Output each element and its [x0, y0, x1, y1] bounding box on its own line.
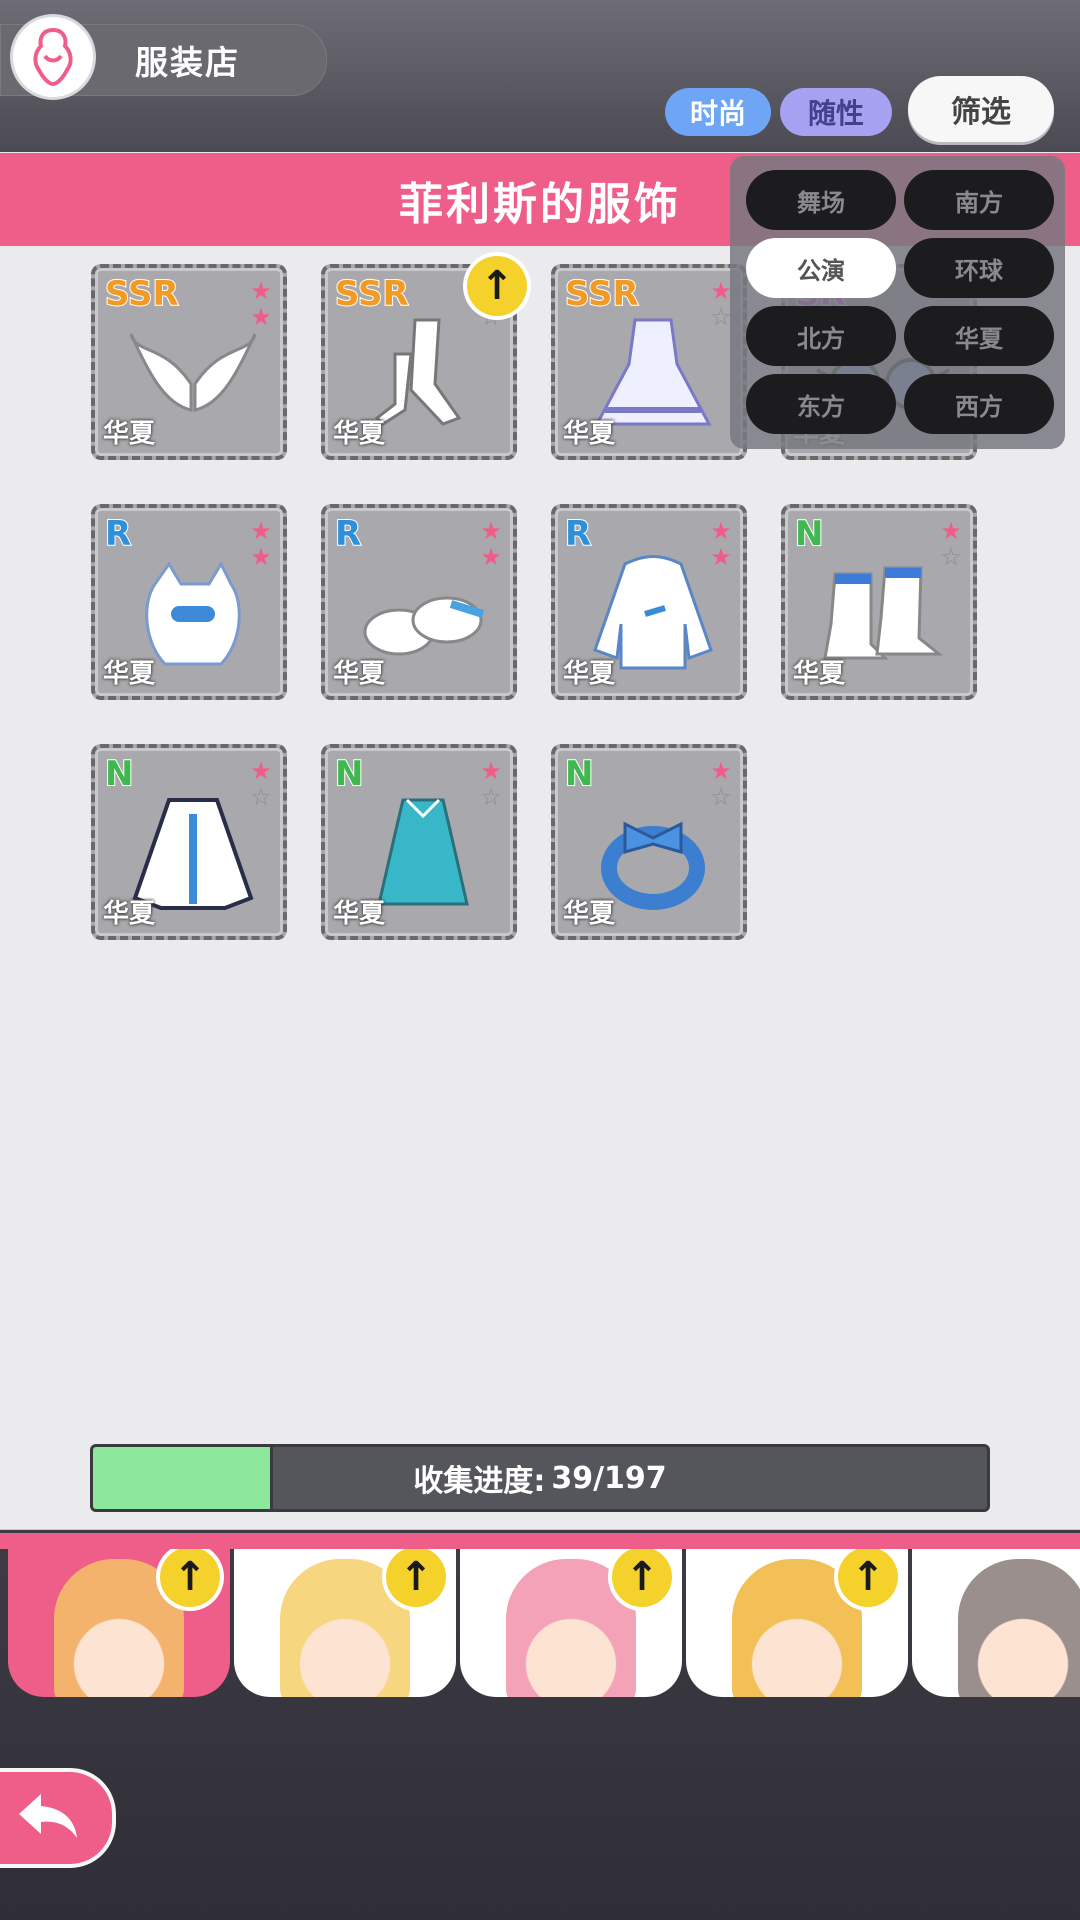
item-card[interactable]: N ★ ☆ 华夏	[551, 744, 747, 940]
star-icon: ☆	[940, 543, 962, 571]
star-icon: ★	[480, 517, 502, 545]
filter-option-global[interactable]: 环球	[904, 238, 1054, 298]
filter-option-west[interactable]: 西方	[904, 374, 1054, 434]
filter-dropdown: 舞场 南方 公演 环球 北方 华夏 东方 西方	[730, 156, 1065, 449]
star-icon: ★	[250, 757, 272, 785]
back-button[interactable]	[0, 1768, 116, 1868]
rarity-label: R	[564, 513, 592, 555]
filter-option-huaxia[interactable]: 华夏	[904, 306, 1054, 366]
star-rating: ★ ★	[479, 518, 503, 570]
star-icon: ★	[250, 517, 272, 545]
progress-value: 39/197	[551, 1460, 667, 1496]
star-rating: ★ ★	[249, 518, 273, 570]
star-rating: ★ ★	[249, 278, 273, 330]
tag-fashion[interactable]: 时尚	[665, 88, 771, 136]
star-icon: ★	[250, 543, 272, 571]
rarity-label: SSR	[334, 273, 410, 315]
filter-option-north[interactable]: 北方	[746, 306, 896, 366]
upgrade-arrow-icon: ↑	[838, 1549, 898, 1607]
region-label: 华夏	[563, 659, 616, 689]
rarity-label: SSR	[564, 273, 640, 315]
filter-option-south[interactable]: 南方	[904, 170, 1054, 230]
region-label: 华夏	[103, 659, 156, 689]
character-face-icon	[958, 1559, 1080, 1697]
star-icon: ☆	[480, 783, 502, 811]
progress-label: 收集进度:	[413, 1464, 546, 1499]
rarity-label: N	[104, 753, 135, 795]
shop-title: 服装店	[135, 43, 240, 82]
item-card[interactable]: N ★ ☆ 华夏	[91, 744, 287, 940]
rarity-label: N	[564, 753, 595, 795]
rarity-label: N	[794, 513, 825, 555]
region-label: 华夏	[563, 899, 616, 929]
star-rating: ★☆	[479, 758, 503, 810]
star-icon: ★	[710, 757, 732, 785]
filter-option-dance-hall[interactable]: 舞场	[746, 170, 896, 230]
filter-option-performance[interactable]: 公演	[746, 238, 896, 298]
tag-casual[interactable]: 随性	[780, 88, 892, 136]
star-icon: ★	[710, 543, 732, 571]
progress-text: 收集进度: 39/197	[93, 1447, 987, 1509]
star-rating: ★☆	[709, 758, 733, 810]
item-card[interactable]: R ★ ★ 华夏	[551, 504, 747, 700]
item-card[interactable]: R ★ ★ 华夏	[91, 504, 287, 700]
star-icon: ★	[250, 303, 272, 331]
character-strip-divider	[0, 1533, 1080, 1549]
item-card[interactable]: N ★ ☆ 华夏	[321, 744, 517, 940]
upgrade-arrow-icon: ↑	[612, 1549, 672, 1607]
star-rating: ★ ★	[709, 518, 733, 570]
star-rating: ★☆	[939, 518, 963, 570]
upgrade-arrow-icon: ↑	[160, 1549, 220, 1607]
region-label: 华夏	[333, 659, 386, 689]
item-card[interactable]: N ★ ☆ 华夏	[781, 504, 977, 700]
collection-progress-bar: 收集进度: 39/197	[90, 1444, 990, 1512]
shop-logo-icon	[13, 17, 93, 97]
item-card[interactable]: SSR★☆华夏	[551, 264, 747, 460]
rarity-label: R	[334, 513, 362, 555]
character-portrait[interactable]: ↑	[460, 1549, 682, 1697]
upgrade-arrow-icon: ↑	[386, 1549, 446, 1607]
region-label: 华夏	[103, 899, 156, 929]
region-label: 华夏	[563, 419, 616, 449]
region-label: 华夏	[793, 659, 846, 689]
character-portrait[interactable]	[912, 1549, 1080, 1697]
region-label: 华夏	[333, 899, 386, 929]
star-icon: ★	[250, 277, 272, 305]
filter-option-east[interactable]: 东方	[746, 374, 896, 434]
item-card[interactable]: SSR ★ ★ 华夏	[91, 264, 287, 460]
rarity-label: R	[104, 513, 132, 555]
rarity-label: SSR	[104, 273, 180, 315]
character-portrait[interactable]: ↑	[234, 1549, 456, 1697]
filter-button[interactable]: 筛选	[908, 76, 1054, 142]
rarity-label: N	[334, 753, 365, 795]
character-portrait[interactable]: ↑	[686, 1549, 908, 1697]
star-icon: ★	[710, 517, 732, 545]
region-label: 华夏	[103, 419, 156, 449]
star-rating: ★☆	[249, 758, 273, 810]
star-icon: ★	[480, 543, 502, 571]
star-icon: ☆	[250, 783, 272, 811]
back-arrow-icon	[13, 1788, 83, 1848]
star-icon: ★	[480, 757, 502, 785]
item-card[interactable]: R ★ ★ 华夏	[321, 504, 517, 700]
star-icon: ☆	[710, 783, 732, 811]
upgrade-arrow-icon: ↑	[467, 256, 527, 316]
region-label: 华夏	[333, 419, 386, 449]
character-portrait[interactable]: ↑	[8, 1549, 230, 1697]
star-icon: ★	[940, 517, 962, 545]
